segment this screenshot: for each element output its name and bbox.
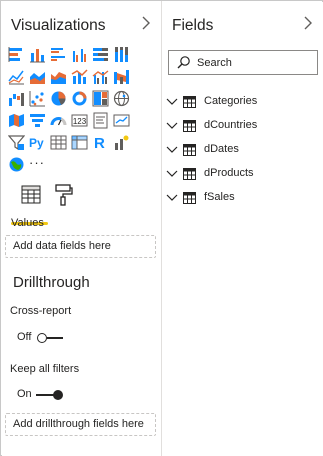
fields-title: Fields (172, 17, 214, 34)
field-table-row[interactable]: dProducts (166, 165, 316, 183)
key-influencers-icon[interactable] (113, 134, 130, 151)
field-table-row[interactable]: fSales (166, 189, 316, 207)
panes-container: Visualizations 123 Py R ··· Values Add d… (0, 0, 323, 456)
fields-search-box[interactable]: Search (168, 50, 318, 75)
card-icon[interactable]: 123 (71, 112, 88, 129)
matrix-icon[interactable] (71, 134, 88, 151)
stacked-bar-chart-icon[interactable] (8, 46, 25, 63)
table-visual-icon[interactable] (50, 134, 67, 151)
table-icon (183, 191, 196, 204)
kpi-icon[interactable] (113, 112, 130, 129)
area-chart-icon[interactable] (29, 68, 46, 85)
visualizations-pane: Visualizations 123 Py R ··· Values Add d… (2, 2, 161, 456)
svg-text:123: 123 (73, 117, 87, 126)
clustered-bar-chart-icon[interactable] (50, 46, 67, 63)
multi-row-card-icon[interactable] (92, 112, 109, 129)
collapse-fields-chevron-icon[interactable] (303, 16, 313, 33)
gauge-icon[interactable] (50, 112, 67, 129)
table-name: Categories (204, 95, 258, 107)
100-percent-bar-chart-icon[interactable] (92, 46, 109, 63)
field-table-row[interactable]: Categories (166, 93, 316, 111)
table-icon (183, 143, 196, 156)
keep-all-filters-state: On (17, 388, 32, 400)
map-icon[interactable] (113, 90, 130, 107)
r-visual-icon[interactable]: R (92, 134, 109, 152)
paint-roller-icon[interactable] (52, 183, 76, 207)
drillthrough-dropzone[interactable]: Add drillthrough fields here (5, 413, 156, 436)
ribbon-chart-icon[interactable] (113, 68, 130, 85)
collapse-visualizations-chevron-icon[interactable] (141, 16, 151, 33)
field-table-row[interactable]: dCountries (166, 117, 316, 135)
python-visual-icon[interactable]: Py (29, 134, 46, 151)
slicer-icon[interactable] (7, 134, 26, 151)
table-icon (183, 95, 196, 108)
values-label: Values (11, 217, 44, 229)
chevron-down-icon[interactable] (166, 95, 178, 107)
table-name: dProducts (204, 167, 254, 179)
chevron-down-icon[interactable] (166, 167, 178, 179)
table-icon (183, 167, 196, 180)
chevron-down-icon[interactable] (166, 191, 178, 203)
clustered-column-chart-icon[interactable] (71, 46, 88, 63)
arcgis-globe-icon[interactable] (8, 156, 25, 173)
funnel-chart-icon[interactable] (29, 112, 46, 129)
cross-report-label: Cross-report (10, 305, 72, 317)
pie-chart-icon[interactable] (50, 90, 67, 107)
search-icon (176, 55, 191, 70)
donut-chart-icon[interactable] (71, 90, 88, 107)
toggle-track (36, 394, 54, 396)
keep-all-filters-label: Keep all filters (10, 363, 80, 375)
table-name: dCountries (204, 119, 258, 131)
more-visuals-button[interactable]: ··· (29, 156, 46, 173)
chevron-down-icon[interactable] (166, 119, 178, 131)
scatter-chart-icon[interactable] (29, 90, 46, 107)
drillthrough-title: Drillthrough (13, 274, 90, 291)
table-name: fSales (204, 191, 235, 203)
table-icon (183, 119, 196, 132)
toggle-track (47, 337, 63, 339)
r-visual-label: R (94, 135, 105, 151)
search-input[interactable]: Search (197, 57, 232, 69)
line-and-clustered-column-chart-icon[interactable] (92, 68, 109, 85)
stacked-area-chart-icon[interactable] (50, 68, 67, 85)
keep-all-filters-toggle[interactable]: On (17, 388, 77, 402)
pane-tabs (14, 183, 154, 209)
line-and-stacked-column-chart-icon[interactable] (71, 68, 88, 85)
100-percent-column-chart-icon[interactable] (113, 46, 130, 63)
treemap-icon[interactable] (92, 90, 109, 107)
visualizations-title: Visualizations (11, 17, 106, 34)
field-table-row[interactable]: dDates (166, 141, 316, 159)
toggle-knob-off (37, 333, 47, 343)
waterfall-chart-icon[interactable] (8, 90, 25, 107)
cross-report-state: Off (17, 331, 32, 343)
filled-map-icon[interactable] (8, 112, 25, 129)
stacked-column-chart-icon[interactable] (29, 46, 46, 63)
table-name: dDates (204, 143, 239, 155)
chevron-down-icon[interactable] (166, 143, 178, 155)
values-dropzone[interactable]: Add data fields here (5, 235, 156, 258)
table-grid-icon[interactable] (19, 183, 43, 207)
line-chart-icon[interactable] (8, 68, 25, 85)
python-visual-label: Py (29, 136, 44, 150)
toggle-knob-on (53, 390, 63, 400)
fields-pane: Fields Search Categories dCountries dDat… (162, 2, 323, 456)
cross-report-toggle[interactable]: Off (17, 331, 77, 345)
